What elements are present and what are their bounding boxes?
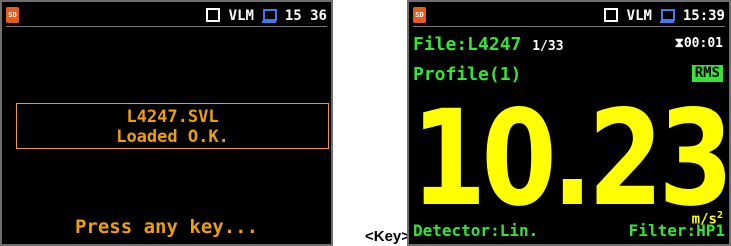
measurement-reading: 10.23	[411, 82, 729, 236]
file-count: 1/33	[532, 39, 564, 54]
sd-card-icon: SD	[6, 7, 19, 23]
status-mode: VLM	[228, 8, 254, 24]
key-transition-label: <Key>	[365, 228, 411, 245]
status-right: VLM 15 36	[206, 6, 327, 26]
right-screen: SD VLM 15:39 File:L4247 1/33 ⧗00:01 Prof…	[407, 0, 731, 246]
timer: ⧗00:01	[675, 36, 723, 51]
file-info: File:L4247 1/33	[413, 34, 564, 55]
hourglass-icon: ⧗	[674, 36, 684, 51]
message-filename: L4247.SVL	[126, 107, 219, 127]
filter-label: Filter:HP1	[628, 221, 725, 240]
divider	[6, 26, 327, 27]
file-name: File:L4247	[413, 34, 522, 55]
sd-card-icon: SD	[413, 7, 426, 23]
checkbox-icon	[604, 8, 619, 22]
message-box: L4247.SVL Loaded O.K.	[16, 103, 329, 149]
status-time: 15:39	[682, 8, 725, 24]
divider	[413, 26, 725, 27]
status-time: 15 36	[284, 8, 327, 24]
status-mode: VLM	[626, 8, 652, 24]
status-bar: SD VLM 15:39	[413, 6, 725, 26]
monitor-icon	[262, 9, 278, 23]
left-screen: SD VLM 15 36 L4247.SVL Loaded O.K. Press…	[0, 0, 333, 246]
message-status: Loaded O.K.	[116, 127, 229, 147]
monitor-icon	[660, 9, 676, 23]
press-any-key-prompt[interactable]: Press any key...	[2, 216, 331, 238]
status-bar: SD VLM 15 36	[6, 6, 327, 26]
checkbox-icon	[206, 8, 221, 22]
status-right: VLM 15:39	[604, 6, 725, 26]
timer-value: 00:01	[683, 36, 723, 51]
detector-label: Detector:Lin.	[413, 221, 539, 240]
unit-exponent: 2	[716, 210, 723, 221]
